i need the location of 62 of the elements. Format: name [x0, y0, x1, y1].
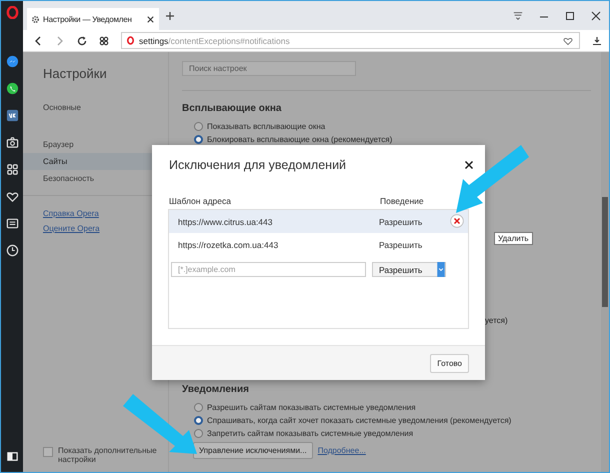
more-link[interactable]: Подробнее...	[318, 446, 366, 455]
vk-icon[interactable]	[6, 109, 18, 122]
behavior-select[interactable]: Разрешить	[372, 262, 446, 277]
exception-row[interactable]: https://www.citrus.ua:443 Разрешить	[169, 210, 468, 233]
close-icon[interactable]	[146, 14, 155, 24]
pattern-text: https://www.citrus.ua:443	[177, 216, 274, 226]
maximize-icon[interactable]	[565, 10, 575, 20]
exception-row[interactable]: https://rozetka.com.ua:443 Разрешить	[169, 233, 468, 256]
speed-dial-icon[interactable]	[99, 36, 109, 46]
behavior-text: Разрешить	[379, 216, 422, 226]
behavior-text: Разрешить	[379, 240, 422, 250]
radio-label: Спрашивать, когда сайт хочет показать системные уведомления (рекомендуется)	[207, 416, 512, 425]
close-icon[interactable]	[464, 160, 474, 170]
new-tab-icon[interactable]	[165, 10, 175, 20]
nav-item[interactable]: Основные	[23, 99, 168, 116]
delete-icon[interactable]	[450, 214, 464, 228]
browser-tab[interactable]: Настройки — Уведомлен	[27, 8, 159, 30]
search-field[interactable]: Поиск настроек	[182, 61, 356, 76]
checkbox-label: Показать дополнительные настройки	[58, 446, 158, 464]
grid-icon[interactable]	[6, 163, 18, 176]
messenger-icon[interactable]	[6, 55, 18, 68]
download-icon[interactable]	[592, 36, 602, 46]
chevron-icon	[437, 262, 445, 277]
radio-label: Разрешить сайтам показывать системные уведомления	[207, 403, 416, 412]
section-heading: Уведомления	[182, 384, 250, 395]
heart-icon[interactable]	[6, 190, 18, 203]
settings-title: Настройки	[42, 66, 108, 81]
done-button[interactable]: Готово	[430, 354, 469, 372]
whatsapp-icon[interactable]	[6, 82, 18, 95]
back-icon[interactable]	[33, 36, 43, 46]
section-heading: Всплывающие окна	[182, 103, 282, 114]
address-field[interactable]: settings/contentExceptions#notifications	[121, 32, 580, 49]
tooltip: Удалить	[494, 232, 533, 245]
tab-title: Настройки — Уведомлен	[43, 14, 133, 24]
sidebar-toggle-icon[interactable]	[6, 450, 18, 463]
camera-icon[interactable]	[6, 136, 18, 149]
news-icon[interactable]	[6, 217, 18, 230]
radio-label: Запретить сайтам показывать системные уведомления	[207, 429, 414, 438]
radio-button[interactable]	[194, 403, 203, 412]
column-header: Шаблон адреса	[169, 196, 232, 206]
checkbox[interactable]	[43, 447, 53, 457]
url-text: settings/contentExceptions#notifications	[139, 36, 290, 46]
opera-icon	[126, 36, 135, 45]
close-window-icon[interactable]	[591, 10, 601, 20]
dialog-title: Исключения для уведомлений	[169, 158, 346, 172]
radio-button[interactable]	[194, 122, 203, 131]
clock-icon[interactable]	[6, 244, 18, 257]
radio-button[interactable]	[194, 429, 203, 438]
gear-icon	[31, 14, 40, 24]
radio-button[interactable]	[194, 135, 203, 144]
heart-icon[interactable]	[563, 36, 573, 46]
radio-label: Блокировать всплывающие окна (рекомендуется)	[207, 135, 392, 144]
reload-icon[interactable]	[77, 36, 87, 46]
opera-logo-icon[interactable]	[6, 6, 18, 19]
radio-label: Показывать всплывающие окна	[207, 122, 326, 131]
scrollbar-thumb[interactable]	[602, 197, 608, 307]
radio-button[interactable]	[194, 416, 203, 425]
column-header: Поведение	[380, 196, 424, 206]
manage-exceptions-button[interactable]: Управление исключениями...	[193, 442, 313, 459]
option-text-fragment: уется)	[485, 316, 508, 325]
pattern-text: https://rozetka.com.ua:443	[177, 240, 280, 250]
tab-menu-icon[interactable]	[513, 10, 523, 20]
